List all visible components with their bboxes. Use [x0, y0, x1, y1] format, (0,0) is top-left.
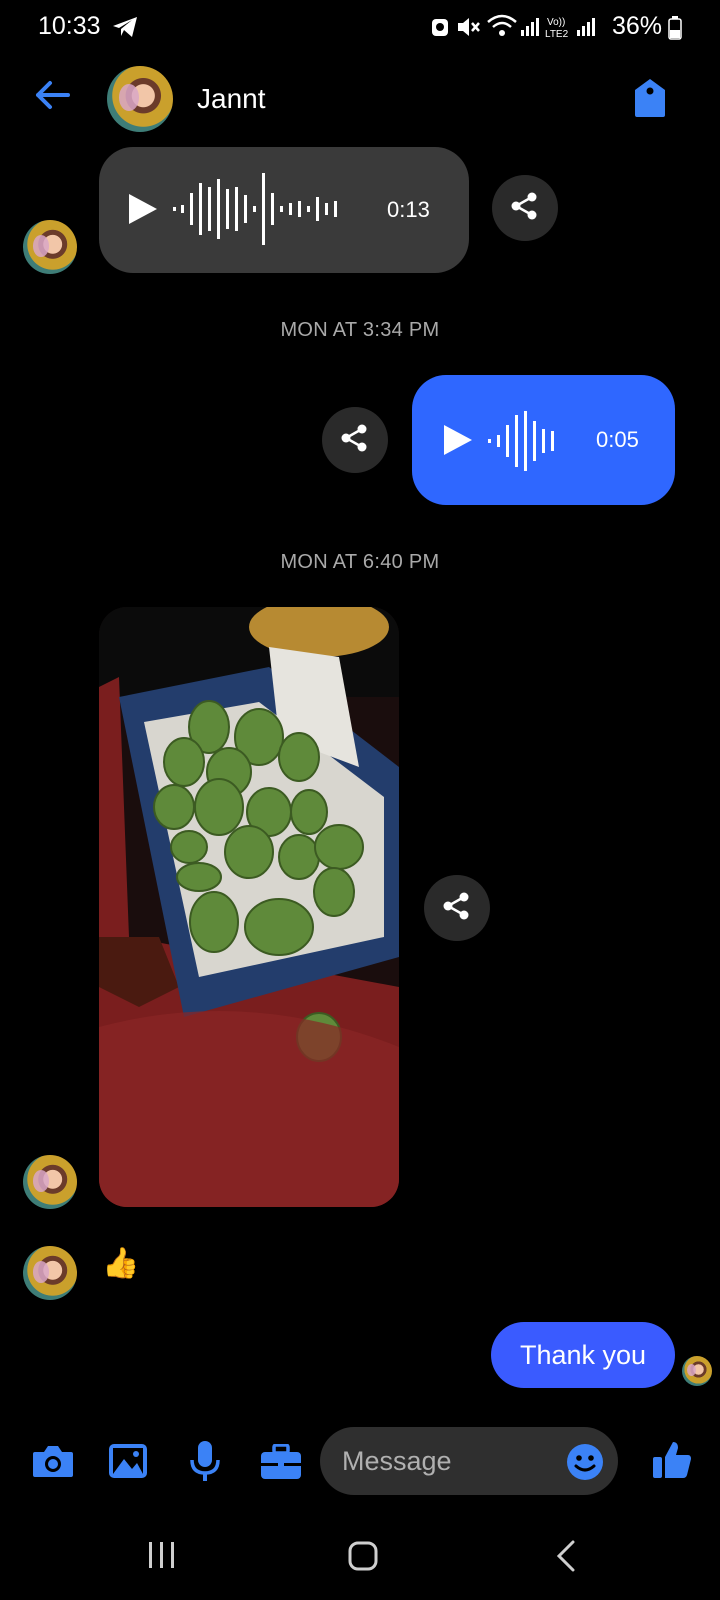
seen-avatar	[682, 1356, 712, 1386]
tag-icon[interactable]	[634, 78, 666, 123]
back-nav-icon[interactable]	[555, 1540, 577, 1577]
recent-apps-icon[interactable]	[147, 1541, 177, 1574]
sender-avatar	[23, 1155, 77, 1209]
chat-header	[0, 60, 720, 140]
voice-duration: 0:13	[387, 197, 430, 222]
battery-percent: 36%	[612, 12, 663, 40]
message-placeholder: Message	[342, 1446, 452, 1476]
voice-message-sent[interactable]: 0:05	[412, 375, 675, 505]
play-icon[interactable]	[127, 192, 159, 231]
thumbs-up-emoji-message[interactable]: 👍	[102, 1246, 139, 1281]
play-icon[interactable]	[442, 423, 474, 462]
alarm-icon	[430, 16, 450, 43]
status-time: 10:33	[38, 12, 101, 40]
briefcase-icon[interactable]	[260, 1443, 302, 1485]
message-timestamp: MON AT 3:34 PM	[280, 319, 440, 341]
battery-icon	[668, 16, 682, 45]
gallery-icon[interactable]	[108, 1443, 148, 1484]
contact-avatar[interactable]	[107, 66, 173, 132]
home-icon[interactable]	[348, 1541, 378, 1576]
waveform-icon	[488, 411, 568, 476]
signal-icon-2	[576, 16, 596, 41]
telegram-icon	[112, 16, 138, 43]
share-button[interactable]	[424, 875, 490, 941]
contact-name[interactable]: Jannt	[197, 83, 266, 115]
voice-duration: 0:05	[596, 427, 639, 452]
volte-icon: Vo)) LTE2	[544, 14, 572, 45]
share-icon	[340, 423, 370, 458]
back-arrow-icon[interactable]	[34, 80, 70, 115]
share-button[interactable]	[492, 175, 558, 241]
voice-message-received[interactable]: 0:13	[99, 147, 469, 273]
message-text: Thank you	[519, 1339, 647, 1370]
emoji-icon[interactable]	[566, 1443, 604, 1486]
wifi-icon	[486, 14, 518, 43]
share-icon	[442, 891, 472, 926]
sent-text-message[interactable]: Thank you	[491, 1322, 675, 1388]
thumbs-up-icon[interactable]	[652, 1440, 692, 1485]
sender-avatar	[23, 1246, 77, 1300]
share-button[interactable]	[322, 407, 388, 473]
signal-icon	[520, 16, 540, 41]
sender-avatar	[23, 220, 77, 274]
camera-icon[interactable]	[32, 1443, 74, 1484]
svg-text:LTE2: LTE2	[545, 29, 569, 40]
svg-text:Vo)): Vo))	[547, 17, 565, 28]
message-timestamp: MON AT 6:40 PM	[280, 551, 440, 573]
status-bar: 10:33 Vo)) LTE2 36%	[0, 0, 720, 52]
mango-crate-photo	[99, 607, 399, 1207]
microphone-icon[interactable]	[190, 1440, 220, 1487]
share-icon	[510, 191, 540, 226]
waveform-icon	[173, 173, 343, 250]
mute-icon	[456, 16, 480, 43]
photo-message[interactable]	[99, 607, 399, 1207]
